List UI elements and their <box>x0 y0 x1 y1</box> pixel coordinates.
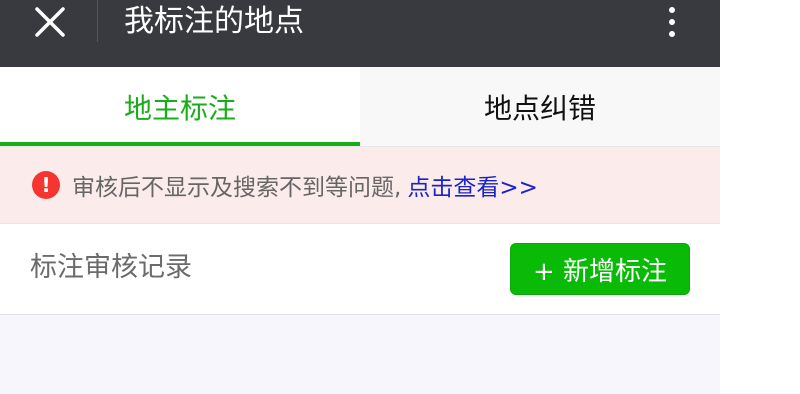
notice-banner: ! 审核后不显示及搜索不到等问题, 点击查看>> <box>0 147 720 224</box>
review-records-label: 标注审核记录 <box>30 252 192 283</box>
notice-view-link[interactable]: 点击查看>> <box>407 168 538 202</box>
close-icon <box>34 6 66 38</box>
more-menu-button[interactable] <box>652 0 692 44</box>
notice-text: 审核后不显示及搜索不到等问题, <box>72 175 402 201</box>
more-vertical-icon <box>669 7 675 37</box>
tab-owner-annotations[interactable]: 地主标注 <box>0 67 360 147</box>
tab-bar: 地主标注 地点纠错 <box>0 67 720 147</box>
tab-label: 地主标注 <box>123 92 236 125</box>
close-button[interactable] <box>24 0 76 44</box>
add-annotation-button[interactable]: + 新增标注 <box>510 243 690 295</box>
alert-circle-icon: ! <box>32 171 60 199</box>
app-window: 我标注的地点 地主标注 地点纠错 ! 审核后不显示及搜索不到等问题, 点击查看>… <box>0 0 720 394</box>
tab-label: 地点纠错 <box>483 92 596 125</box>
tab-location-correction[interactable]: 地点纠错 <box>360 67 720 147</box>
page-title: 我标注的地点 <box>124 4 304 39</box>
top-bar: 我标注的地点 <box>0 0 720 67</box>
header-divider <box>97 0 98 42</box>
review-records-row[interactable]: 标注审核记录 + 新增标注 <box>0 224 720 315</box>
